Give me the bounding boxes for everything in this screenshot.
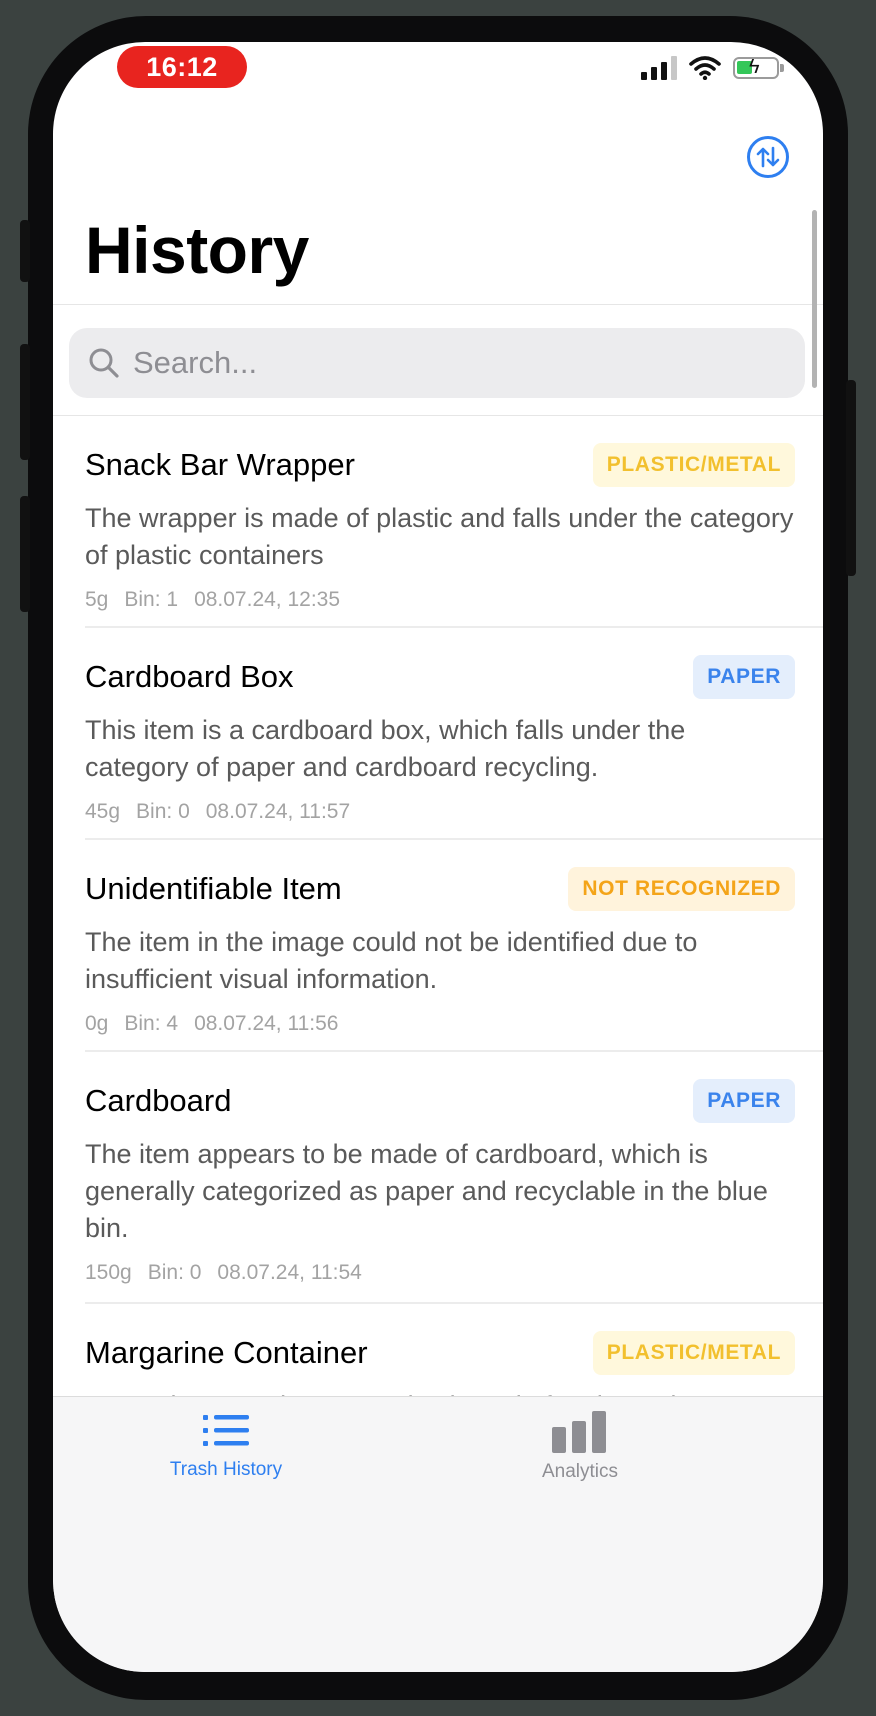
- item-title: Unidentifiable Item: [85, 871, 342, 906]
- item-title: Cardboard: [85, 1083, 232, 1118]
- search-bar[interactable]: [69, 328, 805, 398]
- volume-down-button: [20, 496, 30, 612]
- item-weight: 0g: [85, 1012, 109, 1035]
- list-item[interactable]: Snack Bar Wrapper PLASTIC/METAL The wrap…: [53, 416, 823, 628]
- cellular-signal-icon: [641, 56, 677, 80]
- bar-chart-icon: [552, 1411, 606, 1453]
- list-icon: [203, 1415, 249, 1446]
- sort-arrows-icon: [756, 146, 780, 168]
- app-screen: 16:12 ϟ History Search... Snack Bar Wrap…: [53, 42, 823, 1672]
- item-datetime: 08.07.24, 12:35: [194, 588, 341, 611]
- list-item[interactable]: Cardboard PAPER The item appears to be m…: [53, 1052, 823, 1304]
- history-list[interactable]: Snack Bar Wrapper PLASTIC/METAL The wrap…: [53, 416, 823, 1416]
- battery-charging-icon: ϟ: [733, 56, 784, 79]
- search-icon: [87, 346, 121, 380]
- item-description: The item in the image could not be ident…: [85, 927, 698, 994]
- item-bin: Bin: 0: [136, 800, 190, 823]
- item-weight: 150g: [85, 1261, 132, 1284]
- item-datetime: 08.07.24, 11:56: [194, 1012, 339, 1035]
- scroll-indicator[interactable]: [812, 210, 817, 388]
- item-title: Cardboard Box: [85, 659, 294, 694]
- status-time: 16:12: [117, 46, 247, 88]
- item-meta: 45g Bin: 0 08.07.24, 11:57: [85, 800, 795, 824]
- list-item[interactable]: Cardboard Box PAPER This item is a cardb…: [53, 628, 823, 840]
- item-weight: 5g: [85, 588, 109, 611]
- wifi-icon: [689, 56, 721, 80]
- sort-button[interactable]: [747, 136, 789, 178]
- tab-bar: Trash History Analytics: [53, 1396, 823, 1672]
- item-bin: Bin: 1: [124, 588, 179, 611]
- item-bin: Bin: 0: [147, 1261, 202, 1284]
- header-divider: [53, 304, 823, 305]
- tab-analytics[interactable]: Analytics: [480, 1411, 680, 1483]
- search-input[interactable]: [131, 344, 735, 382]
- power-button: [846, 380, 856, 576]
- item-datetime: 08.07.24, 11:57: [205, 800, 351, 823]
- category-badge: PLASTIC/METAL: [592, 1331, 795, 1375]
- item-datetime: 08.07.24, 11:54: [217, 1261, 362, 1284]
- item-bin: Bin: 4: [124, 1012, 179, 1035]
- status-icons: ϟ: [641, 56, 784, 80]
- category-badge: NOT RECOGNIZED: [568, 867, 795, 911]
- item-title: Margarine Container: [85, 1335, 368, 1370]
- item-title: Snack Bar Wrapper: [85, 447, 355, 482]
- tab-trash-history[interactable]: Trash History: [126, 1411, 326, 1481]
- item-description: This item is a cardboard box, which fall…: [85, 715, 686, 782]
- item-meta: 5g Bin: 1 08.07.24, 12:35: [85, 588, 795, 612]
- tab-label: Trash History: [169, 1459, 283, 1480]
- item-meta: 0g Bin: 4 08.07.24, 11:56: [85, 1012, 795, 1036]
- item-meta: 150g Bin: 0 08.07.24, 11:54: [85, 1261, 795, 1285]
- item-description: The item appears to be made of cardboard…: [85, 1139, 768, 1243]
- category-badge: PAPER: [693, 1079, 795, 1123]
- page-title: History: [85, 213, 309, 287]
- tab-label: Analytics: [541, 1461, 619, 1482]
- category-badge: PAPER: [693, 655, 795, 699]
- list-item[interactable]: Unidentifiable Item NOT RECOGNIZED The i…: [53, 840, 823, 1052]
- silent-switch: [20, 220, 30, 282]
- item-description: The wrapper is made of plastic and falls…: [85, 503, 794, 570]
- category-badge: PLASTIC/METAL: [592, 443, 795, 487]
- item-weight: 45g: [85, 800, 121, 823]
- volume-up-button: [20, 344, 30, 460]
